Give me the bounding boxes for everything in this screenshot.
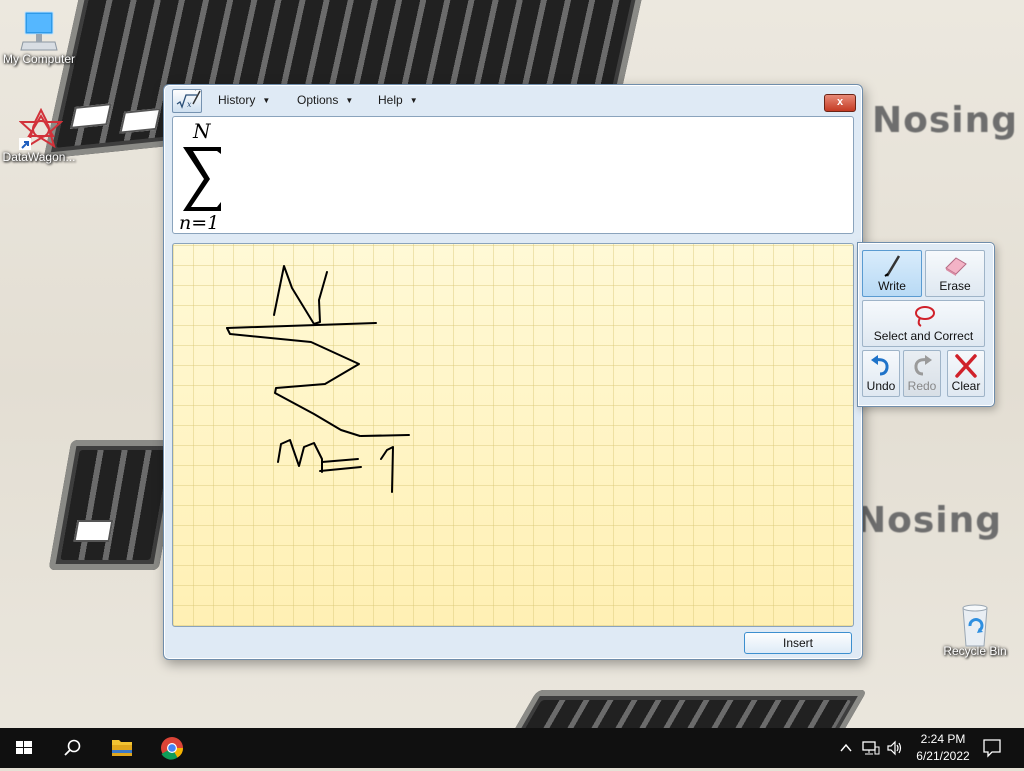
eraser-icon <box>945 257 967 276</box>
desktop-icon-recycle-bin[interactable]: Recycle Bin <box>935 602 1015 658</box>
desktop-icon-my-computer[interactable]: My Computer <box>0 10 79 66</box>
clear-x-icon <box>955 354 977 378</box>
select-and-correct-label: Select and Correct <box>873 329 974 343</box>
clock-time: 2:24 PM <box>920 732 966 746</box>
undo-label: Undo <box>866 379 896 393</box>
svg-text:x: x <box>187 100 192 109</box>
menu-options[interactable]: Options ▼ <box>297 91 353 109</box>
erase-label: Erase <box>939 279 971 293</box>
start-button[interactable] <box>0 728 48 768</box>
show-hidden-icons-button[interactable] <box>838 740 854 756</box>
menu-history[interactable]: History ▼ <box>218 91 270 109</box>
caret-down-icon: ▼ <box>345 95 354 105</box>
math-input-app-icon[interactable]: x <box>172 87 202 113</box>
menu-label: History <box>218 93 256 107</box>
taskbar-file-explorer[interactable] <box>98 728 146 768</box>
math-input-panel: x History ▼ Options ▼ Help ▼ x N n=1 Ins… <box>163 84 869 660</box>
redo-icon <box>914 355 932 376</box>
menu-help[interactable]: Help ▼ <box>378 91 418 109</box>
clear-label: Clear <box>951 379 981 393</box>
volume-button[interactable] <box>886 740 904 756</box>
close-button[interactable]: x <box>824 94 856 112</box>
wallpaper-text: Nosing <box>856 500 1003 541</box>
chevron-up-icon <box>840 743 852 752</box>
insert-area: Insert <box>693 629 869 658</box>
clear-button[interactable]: Clear <box>947 350 985 397</box>
caret-down-icon: ▼ <box>262 95 271 105</box>
close-icon: x <box>836 96 844 108</box>
recycle-bin-icon <box>955 602 995 647</box>
menu-label: Options <box>297 93 339 107</box>
taskbar-clock[interactable]: 2:24 PM 6/21/2022 <box>908 731 978 765</box>
clock-date: 6/21/2022 <box>916 749 970 763</box>
caret-down-icon: ▼ <box>409 95 418 105</box>
recognition-preview[interactable]: N n=1 <box>172 116 854 234</box>
preview-lower-limit: n=1 <box>179 212 220 234</box>
computer-icon <box>19 10 59 51</box>
preview-upper-limit: N <box>193 119 211 143</box>
desktop-icon-label: DataWagon... <box>2 150 76 164</box>
redo-label: Redo <box>907 379 937 393</box>
insert-button[interactable]: Insert <box>744 632 852 654</box>
notifications-button[interactable] <box>978 736 1006 760</box>
tool-palette: Write Erase Select and Correct Undo Redo <box>857 242 995 407</box>
redo-button[interactable]: Redo <box>903 350 941 397</box>
writing-area[interactable] <box>172 243 854 627</box>
folder-icon <box>112 740 132 756</box>
chrome-icon <box>161 737 183 760</box>
taskbar: 2:24 PM 6/21/2022 <box>0 728 1024 768</box>
network-button[interactable] <box>862 740 880 756</box>
notification-icon <box>983 739 1001 758</box>
menu-label: Help <box>378 93 403 107</box>
wallpaper-brick <box>48 440 182 570</box>
search-icon <box>64 739 81 756</box>
speaker-icon <box>887 740 902 756</box>
desktop-icon-datawagon[interactable]: DataWagon... <box>0 107 79 164</box>
datawagon-icon <box>18 107 64 150</box>
undo-button[interactable]: Undo <box>862 350 900 397</box>
undo-icon <box>871 355 889 376</box>
title-bar[interactable]: x History ▼ Options ▼ Help ▼ x <box>164 85 862 115</box>
select-and-correct-button[interactable]: Select and Correct <box>862 300 985 347</box>
windows-logo-icon <box>16 741 32 754</box>
search-button[interactable] <box>48 728 96 768</box>
desktop-icon-label: My Computer <box>2 52 76 66</box>
wallpaper-text: Nosing <box>872 100 1019 141</box>
pen-icon <box>884 255 901 277</box>
write-label: Write <box>878 279 906 293</box>
sigma-symbol <box>183 147 221 211</box>
handwritten-ink <box>226 265 410 493</box>
taskbar-chrome[interactable] <box>148 728 196 768</box>
write-button[interactable]: Write <box>862 250 922 297</box>
network-icon <box>862 741 880 755</box>
lasso-icon <box>914 306 935 327</box>
erase-button[interactable]: Erase <box>925 250 985 297</box>
